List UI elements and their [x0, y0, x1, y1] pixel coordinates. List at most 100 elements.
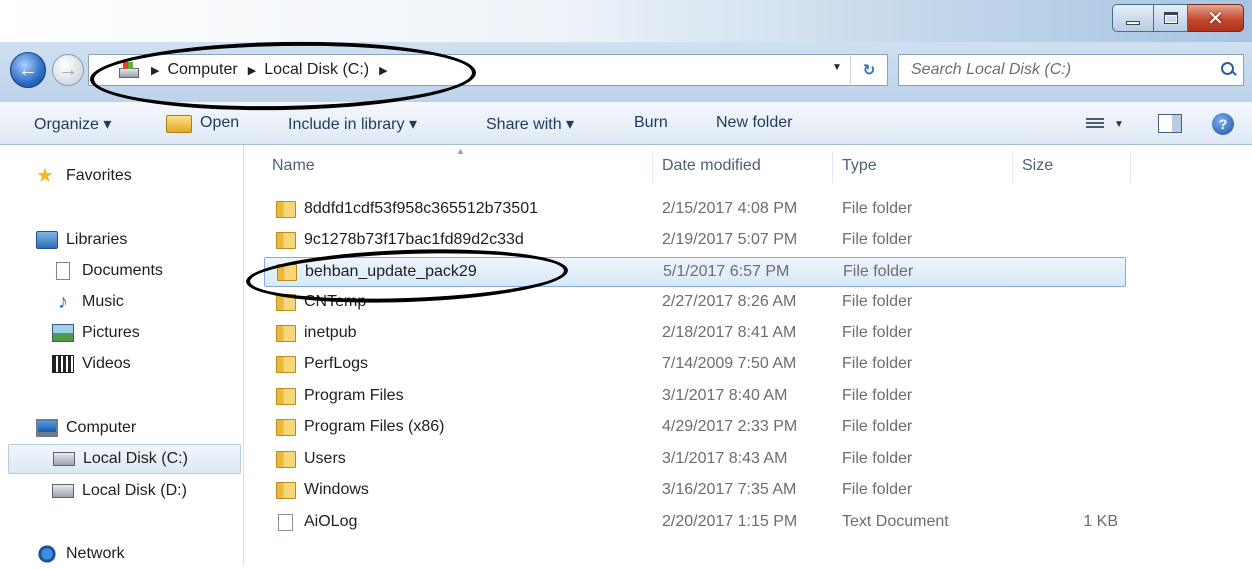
folder-icon [276, 388, 296, 405]
sidebar-item-label: Videos [82, 355, 131, 372]
column-divider[interactable] [652, 151, 653, 183]
sidebar-item-label: Pictures [82, 324, 140, 341]
folder-icon [276, 356, 296, 373]
search-input[interactable]: Search Local Disk (C:) [898, 54, 1244, 86]
search-icon[interactable] [1221, 62, 1237, 78]
file-name: Windows [304, 481, 369, 498]
help-icon[interactable]: ? [1212, 113, 1234, 135]
sidebar-item-label: Documents [82, 262, 163, 279]
address-history-dropdown-icon[interactable]: ▼ [832, 62, 842, 73]
file-row[interactable]: Program Files (x86) 4/29/2017 2:33 PM Fi… [264, 413, 1126, 443]
sidebar-item-local-disk-c[interactable]: Local Disk (C:) [8, 444, 241, 474]
sidebar-item-local-disk-d[interactable]: Local Disk (D:) [52, 476, 187, 506]
column-divider[interactable] [1130, 151, 1131, 183]
network-icon [36, 545, 58, 563]
file-name: 8ddfd1cdf53f958c365512b73501 [304, 200, 538, 217]
folder-icon [276, 294, 296, 311]
text-document-icon [278, 514, 293, 531]
folder-icon [276, 201, 296, 218]
address-bar[interactable]: ▶ Computer ▶ Local Disk (C:) ▶ [88, 54, 888, 86]
breadcrumb-separator-icon[interactable]: ▶ [379, 64, 387, 77]
refresh-icon: ↻ [862, 62, 876, 79]
refresh-button[interactable]: ↻ [850, 54, 888, 86]
sidebar-item-videos[interactable]: Videos [52, 349, 131, 379]
file-name: inetpub [304, 324, 357, 341]
sidebar-item-libraries[interactable]: Libraries [36, 225, 127, 255]
file-date: 5/1/2017 6:57 PM [663, 263, 790, 280]
back-button[interactable]: ← [10, 52, 46, 88]
folder-icon [276, 232, 296, 249]
maximize-icon [1163, 12, 1178, 24]
breadcrumb-local-disk-c[interactable]: Local Disk (C:) [264, 61, 369, 79]
file-date: 3/1/2017 8:40 AM [662, 387, 788, 404]
file-row[interactable]: 8ddfd1cdf53f958c365512b73501 2/15/2017 4… [264, 195, 1126, 225]
open-button[interactable]: Open [200, 114, 239, 132]
libraries-icon [36, 231, 58, 249]
file-date: 2/19/2017 5:07 PM [662, 231, 798, 248]
minimize-icon [1126, 21, 1140, 25]
include-in-library-button[interactable]: Include in library ▾ [288, 114, 417, 134]
file-type: File folder [842, 450, 913, 467]
file-type: File folder [842, 231, 913, 248]
file-date: 3/1/2017 8:43 AM [662, 450, 788, 467]
file-date: 7/14/2009 7:50 AM [662, 355, 797, 372]
command-bar: Organize ▾ Open Include in library ▾ Sha… [0, 102, 1252, 145]
file-row[interactable]: CNTemp 2/27/2017 8:26 AM File folder [264, 288, 1126, 318]
share-with-button[interactable]: Share with ▾ [486, 114, 574, 134]
file-name: Users [304, 450, 346, 467]
search-placeholder: Search Local Disk (C:) [911, 61, 1072, 78]
drive-icon [53, 452, 75, 466]
breadcrumb-computer[interactable]: Computer [167, 61, 237, 79]
file-row[interactable]: PerfLogs 7/14/2009 7:50 AM File folder [264, 350, 1126, 380]
burn-button[interactable]: Burn [634, 114, 668, 132]
sidebar-item-label: Network [66, 545, 125, 562]
file-row[interactable]: inetpub 2/18/2017 8:41 AM File folder [264, 319, 1126, 349]
sidebar-item-computer[interactable]: Computer [36, 413, 136, 443]
file-row[interactable]: AiOLog 2/20/2017 1:15 PM Text Document 1… [264, 508, 1126, 538]
column-header-name[interactable]: Name [272, 157, 315, 175]
breadcrumb-separator-icon[interactable]: ▶ [248, 64, 256, 77]
maximize-button[interactable] [1154, 4, 1188, 32]
navigation-pane: ★ Favorites Libraries Documents ♪ Music … [0, 145, 244, 565]
sidebar-item-pictures[interactable]: Pictures [52, 318, 140, 348]
star-icon: ★ [36, 165, 54, 187]
view-options-dropdown-icon[interactable]: ▼ [1114, 119, 1124, 130]
sidebar-item-label: Favorites [66, 167, 132, 184]
column-header-date-modified[interactable]: Date modified [662, 157, 761, 175]
file-size: 1 KB [1083, 513, 1118, 530]
sidebar-item-music[interactable]: ♪ Music [52, 287, 124, 317]
forward-button[interactable]: → [52, 54, 84, 86]
sidebar-item-favorites[interactable]: ★ Favorites [36, 161, 132, 191]
column-header-type[interactable]: Type [842, 157, 877, 175]
file-type: File folder [843, 263, 914, 280]
close-button[interactable]: ✕ [1188, 4, 1244, 32]
column-header-size[interactable]: Size [1022, 157, 1053, 175]
file-row[interactable]: Windows 3/16/2017 7:35 AM File folder [264, 476, 1126, 506]
column-divider[interactable] [832, 151, 833, 183]
file-row[interactable]: Program Files 3/1/2017 8:40 AM File fold… [264, 382, 1126, 412]
file-row[interactable]: Users 3/1/2017 8:43 AM File folder [264, 445, 1126, 475]
back-arrow-icon: ← [18, 58, 38, 81]
close-icon: ✕ [1207, 7, 1224, 30]
sidebar-item-label: Computer [66, 419, 137, 436]
folder-icon [277, 264, 297, 281]
new-folder-button[interactable]: New folder [716, 114, 792, 132]
change-view-icon[interactable] [1086, 116, 1104, 130]
sidebar-item-documents[interactable]: Documents [52, 256, 163, 286]
file-row-selected[interactable]: behban_update_pack29 5/1/2017 6:57 PM Fi… [264, 257, 1126, 287]
file-type: File folder [842, 418, 913, 435]
column-divider[interactable] [1012, 151, 1013, 183]
minimize-button[interactable] [1112, 4, 1154, 32]
file-name: AiOLog [304, 513, 358, 530]
file-name: 9c1278b73f17bac1fd89d2c33d [304, 231, 524, 248]
organize-button[interactable]: Organize ▾ [34, 114, 111, 134]
window-controls: ✕ [1112, 4, 1244, 32]
breadcrumb-separator-icon[interactable]: ▶ [151, 64, 159, 77]
folder-icon [276, 325, 296, 342]
preview-pane-icon[interactable] [1158, 114, 1182, 133]
file-row[interactable]: 9c1278b73f17bac1fd89d2c33d 2/19/2017 5:0… [264, 226, 1126, 256]
drive-icon [52, 484, 74, 498]
open-folder-icon[interactable] [166, 115, 192, 133]
file-date: 4/29/2017 2:33 PM [662, 418, 798, 435]
file-type: File folder [842, 355, 913, 372]
